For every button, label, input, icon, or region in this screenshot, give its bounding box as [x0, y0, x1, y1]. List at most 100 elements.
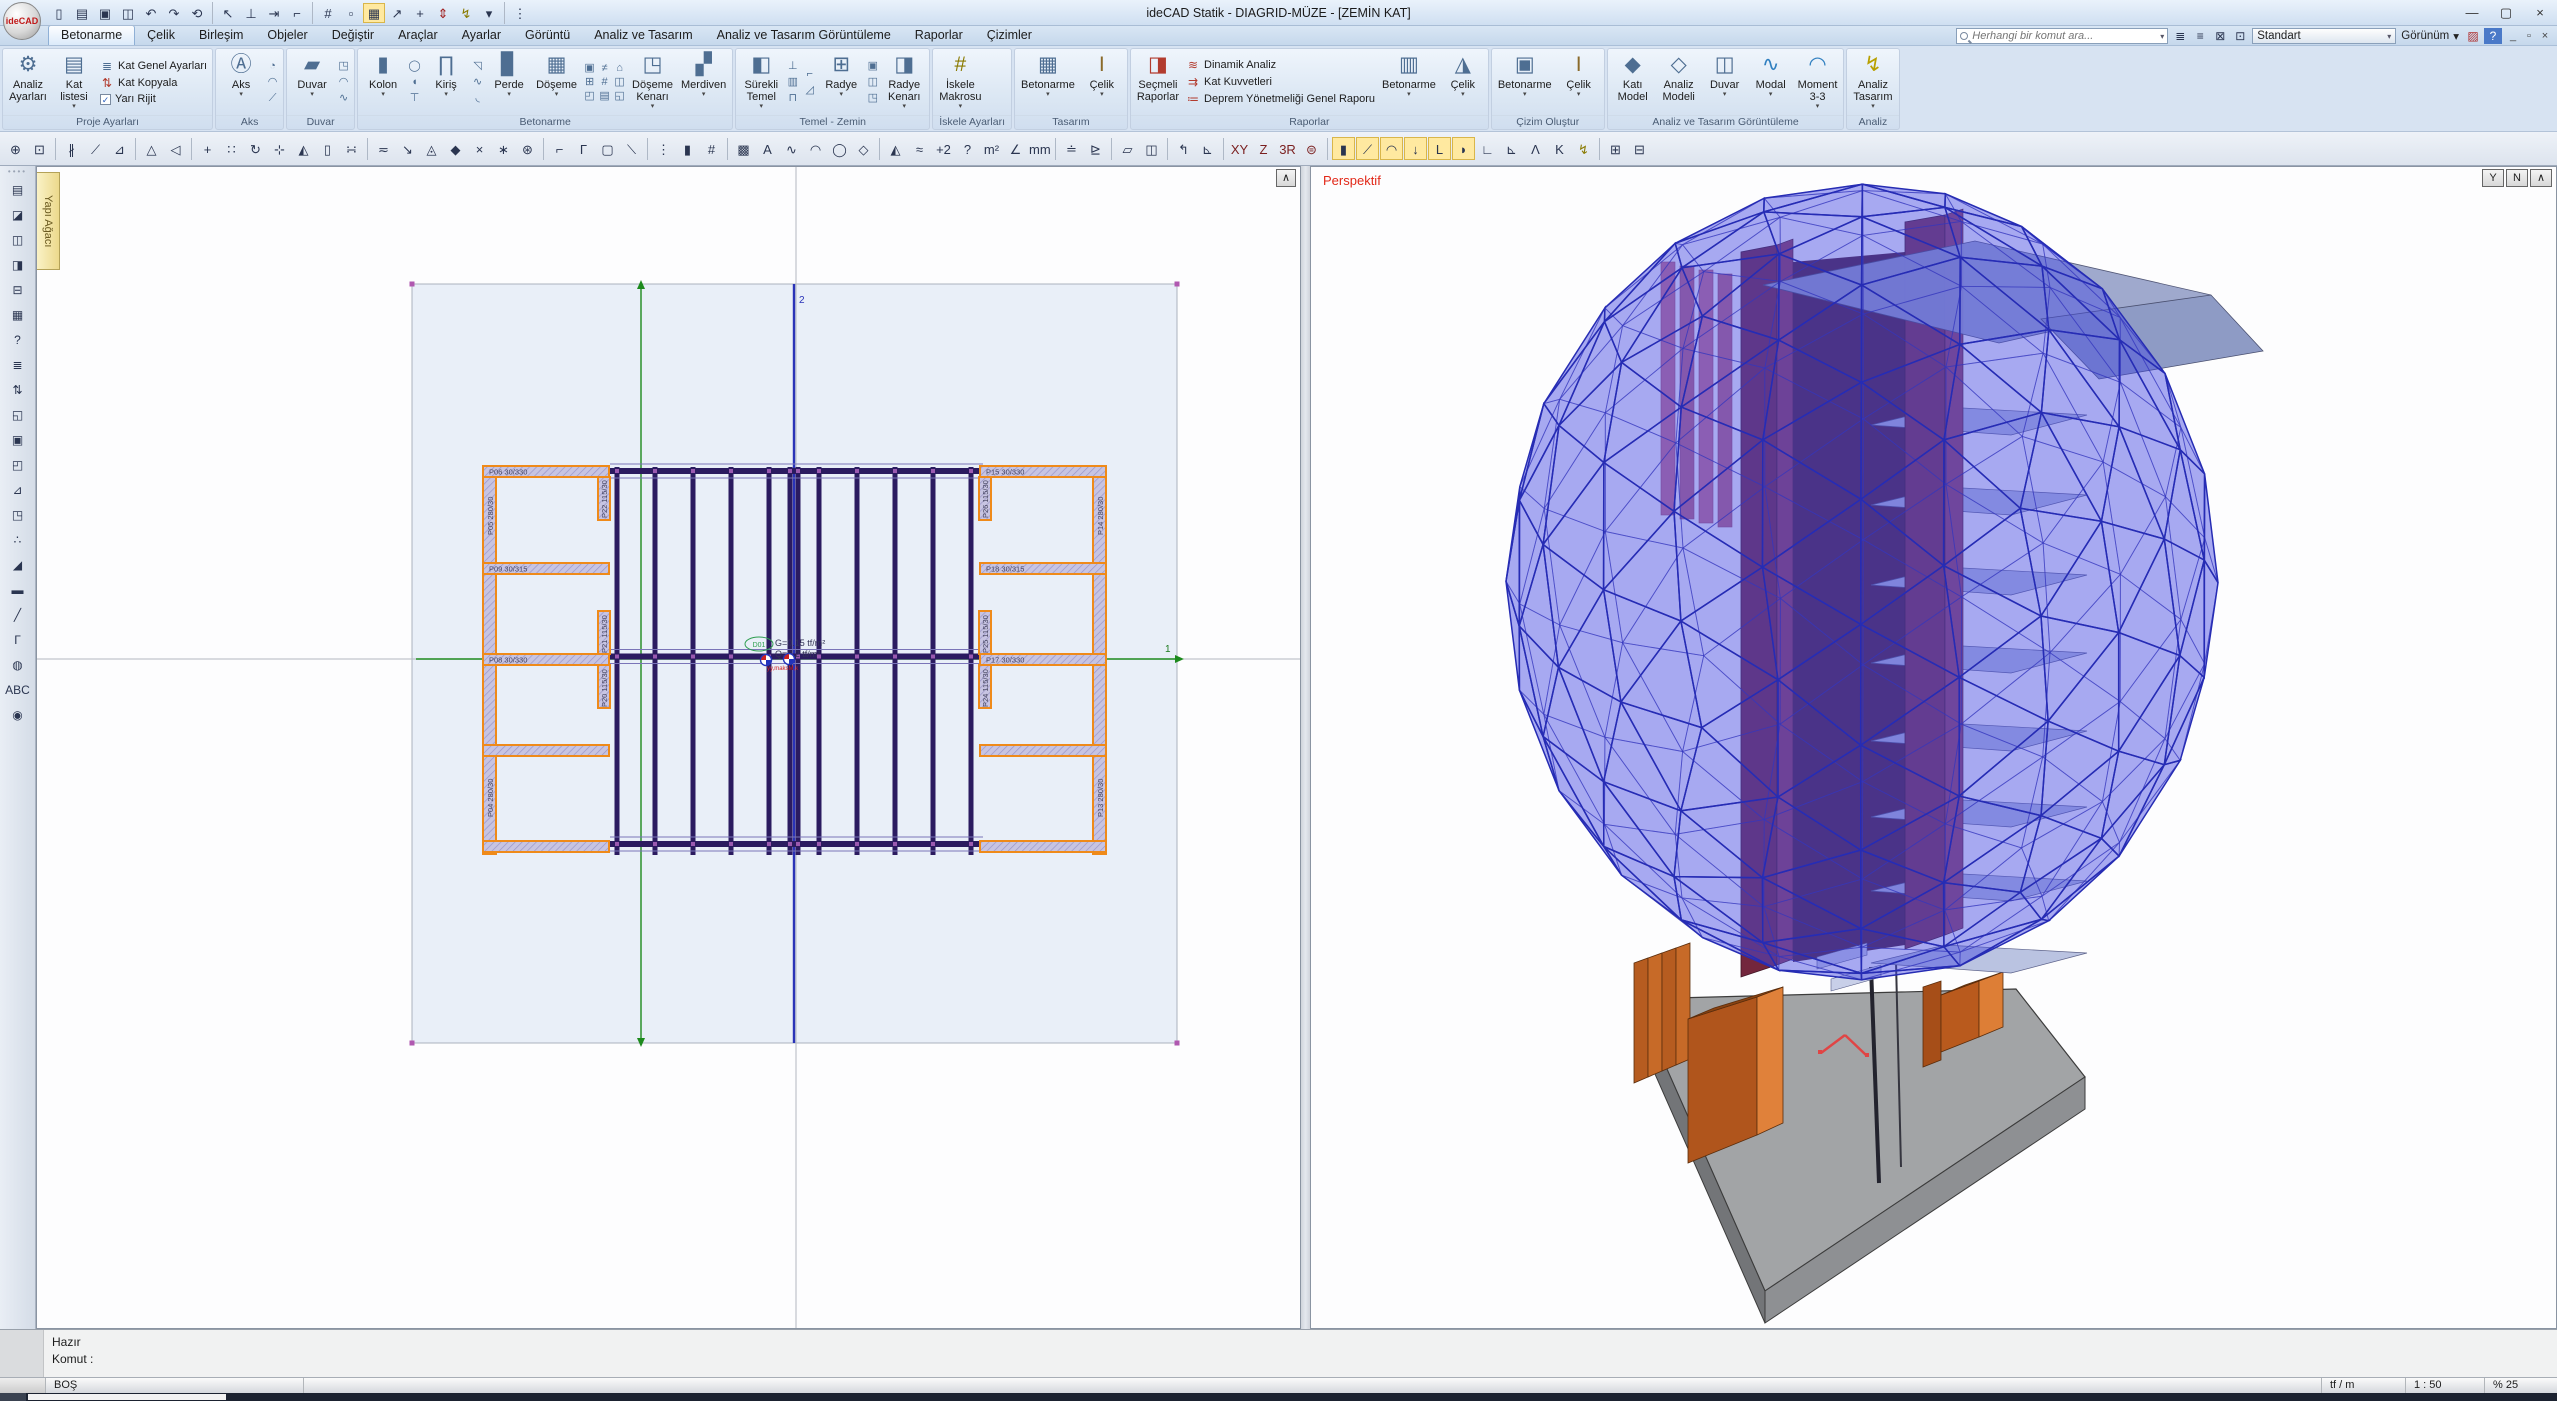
- menu-tab[interactable]: Objeler: [255, 26, 319, 45]
- analiz-ayarlari-button[interactable]: ⚙AnalizAyarları: [6, 50, 50, 114]
- door-icon[interactable]: ▮: [676, 137, 699, 160]
- status-zoom[interactable]: % 25: [2484, 1378, 2557, 1393]
- zoom-extents-icon[interactable]: ⊕: [4, 137, 27, 160]
- moment-3-3-button[interactable]: ◠Moment3-3▾: [1795, 50, 1841, 114]
- maximize-button[interactable]: ▢: [2489, 5, 2523, 21]
- offset-icon[interactable]: ◬: [420, 137, 443, 160]
- small-tool-icon[interactable]: ◱: [612, 89, 627, 103]
- find-icon[interactable]: ◉: [5, 704, 31, 727]
- small-tool-icon[interactable]: ⊓: [785, 91, 800, 105]
- yar-rijit-button[interactable]: ✓Yarı Rijit: [100, 93, 207, 105]
- annotate-icon[interactable]: ⊿: [108, 137, 131, 160]
- rapor-betonarme-button[interactable]: ▥Betonarme▾: [1379, 50, 1439, 114]
- transform-icon[interactable]: ⊿: [5, 479, 31, 502]
- array-icon[interactable]: ∺: [340, 137, 363, 160]
- mirror-icon[interactable]: ◭: [292, 137, 315, 160]
- circle-icon[interactable]: ◯: [828, 137, 851, 160]
- section-view-icon[interactable]: ⟋: [1356, 137, 1379, 160]
- help-icon[interactable]: ?: [2484, 28, 2502, 44]
- zoom-window-icon[interactable]: ⊡: [28, 137, 51, 160]
- grid-icon[interactable]: #: [317, 3, 339, 23]
- status-scale[interactable]: 1 : 50: [2405, 1378, 2484, 1393]
- iskele-makrosu-button[interactable]: #İskeleMakrosu▾: [936, 50, 984, 114]
- table-add-icon[interactable]: ⊞: [1604, 137, 1627, 160]
- save-icon[interactable]: ▣: [94, 3, 116, 23]
- measure-query-icon[interactable]: ?: [5, 329, 31, 352]
- child-restore-button[interactable]: ▫: [2521, 30, 2537, 42]
- small-tool-icon[interactable]: ◰: [582, 89, 597, 103]
- extend-line-icon[interactable]: ↘: [396, 137, 419, 160]
- trim-tool-icon[interactable]: ╱: [5, 604, 31, 627]
- analysis-bolt-icon[interactable]: ↯: [455, 3, 477, 23]
- dinamik-analiz-button[interactable]: ≋Dinamik Analiz: [1186, 58, 1375, 72]
- open-file-icon[interactable]: ▤: [71, 3, 93, 23]
- report-list-icon[interactable]: ≣: [5, 354, 31, 377]
- query-icon[interactable]: ?: [956, 137, 979, 160]
- paste-floor-icon[interactable]: ◫: [5, 229, 31, 252]
- snap-icon[interactable]: ∗: [492, 137, 515, 160]
- plan-collapse-button[interactable]: ∧: [1276, 169, 1296, 187]
- poly-view-icon[interactable]: ◗: [1452, 137, 1475, 160]
- filter-view-button[interactable]: Y: [2482, 169, 2504, 187]
- small-tool-icon[interactable]: ⊥: [785, 59, 800, 73]
- polygon-icon[interactable]: ◇: [852, 137, 875, 160]
- chart-n-icon[interactable]: ∟: [1476, 137, 1499, 160]
- perspective-viewport[interactable]: Perspektif YN∧: [1310, 166, 2557, 1329]
- table-icon[interactable]: ⊟: [1628, 137, 1651, 160]
- small-tool-icon[interactable]: ⟋: [265, 91, 280, 105]
- mm-icon[interactable]: mm: [1028, 137, 1051, 160]
- points-icon[interactable]: ∴: [5, 529, 31, 552]
- small-tool-icon[interactable]: ▤: [597, 89, 612, 103]
- xy-constraint-icon[interactable]: XY: [1228, 137, 1251, 160]
- search-dropdown-icon[interactable]: ▾: [2160, 32, 2164, 41]
- layers-icon[interactable]: ◳: [5, 504, 31, 527]
- deprem-y-netmeli-i-genel-raporu-button[interactable]: ≔Deprem Yönetmeliği Genel Raporu: [1186, 92, 1375, 106]
- slope-icon[interactable]: ◭: [884, 137, 907, 160]
- horizontal-scrollbar[interactable]: [0, 1393, 2557, 1401]
- small-tool-icon[interactable]: ◟: [470, 91, 485, 105]
- dome-view-icon[interactable]: ◠: [1380, 137, 1403, 160]
- rotate-icon[interactable]: ↻: [244, 137, 267, 160]
- materials-icon[interactable]: ◍: [5, 654, 31, 677]
- small-tool-icon[interactable]: ◠: [265, 75, 280, 89]
- app-logo-icon[interactable]: ideCAD: [3, 2, 41, 40]
- copy-floor-icon[interactable]: ◪: [5, 204, 31, 227]
- small-tool-icon[interactable]: ◹: [470, 59, 485, 73]
- text-icon[interactable]: A: [756, 137, 779, 160]
- plan-viewport[interactable]: 12P06 30/330P09 30/315P08 30/330P15 30/3…: [36, 166, 1301, 1329]
- kolon-button[interactable]: ▮Kolon▾: [361, 50, 405, 114]
- command-area[interactable]: Hazır Komut :: [0, 1329, 2557, 1377]
- rect-select-icon[interactable]: ▢: [596, 137, 619, 160]
- analiz-tasarim-button[interactable]: ↯AnalizTasarım▾: [1850, 50, 1895, 114]
- level-mark-icon[interactable]: ⊵: [1084, 137, 1107, 160]
- area-icon[interactable]: m²: [980, 137, 1003, 160]
- menu-tab[interactable]: Raporlar: [903, 26, 975, 45]
- kat-kopyala-button[interactable]: ⇅Kat Kopyala: [100, 76, 207, 90]
- overflow-icon[interactable]: ⋮: [509, 3, 531, 23]
- tasarim-celik-button[interactable]: IÇelik▾: [1080, 50, 1124, 114]
- doseme-button[interactable]: ▦Döşeme▾: [533, 50, 580, 114]
- chart-2-icon[interactable]: Λ: [1524, 137, 1547, 160]
- extend-icon[interactable]: ⇥: [263, 3, 285, 23]
- cizim-celik-button[interactable]: IÇelik▾: [1557, 50, 1601, 114]
- auto-label-icon[interactable]: ABC: [5, 679, 31, 702]
- redo-icon[interactable]: ↷: [163, 3, 185, 23]
- record-icon[interactable]: ▨: [2464, 28, 2482, 44]
- command-prompt[interactable]: Komut :: [52, 1351, 2557, 1368]
- surekli-temel-button[interactable]: ◧SürekliTemel▾: [739, 50, 783, 114]
- small-tool-icon[interactable]: ⌐: [802, 67, 817, 81]
- frame-3d-icon[interactable]: ▫: [340, 3, 362, 23]
- object-info-icon[interactable]: ⊟: [5, 279, 31, 302]
- object-edit-icon[interactable]: ◨: [5, 254, 31, 277]
- layer-up-icon[interactable]: ≣: [2171, 28, 2189, 44]
- undo-icon[interactable]: ↶: [140, 3, 162, 23]
- menu-tab[interactable]: Araçlar: [386, 26, 450, 45]
- perspective-drawing[interactable]: [1311, 167, 2555, 1328]
- explode-icon[interactable]: ×: [468, 137, 491, 160]
- trim-icon[interactable]: ≂: [372, 137, 395, 160]
- close-button[interactable]: ×: [2523, 5, 2557, 21]
- kat-kuvvetleri-button[interactable]: ⇉Kat Kuvvetleri: [1186, 75, 1375, 89]
- small-tool-icon[interactable]: ◫: [865, 75, 880, 89]
- menu-tab[interactable]: Betonarme: [48, 25, 135, 45]
- plan-drawing[interactable]: 12P06 30/330P09 30/315P08 30/330P15 30/3…: [37, 167, 1300, 1328]
